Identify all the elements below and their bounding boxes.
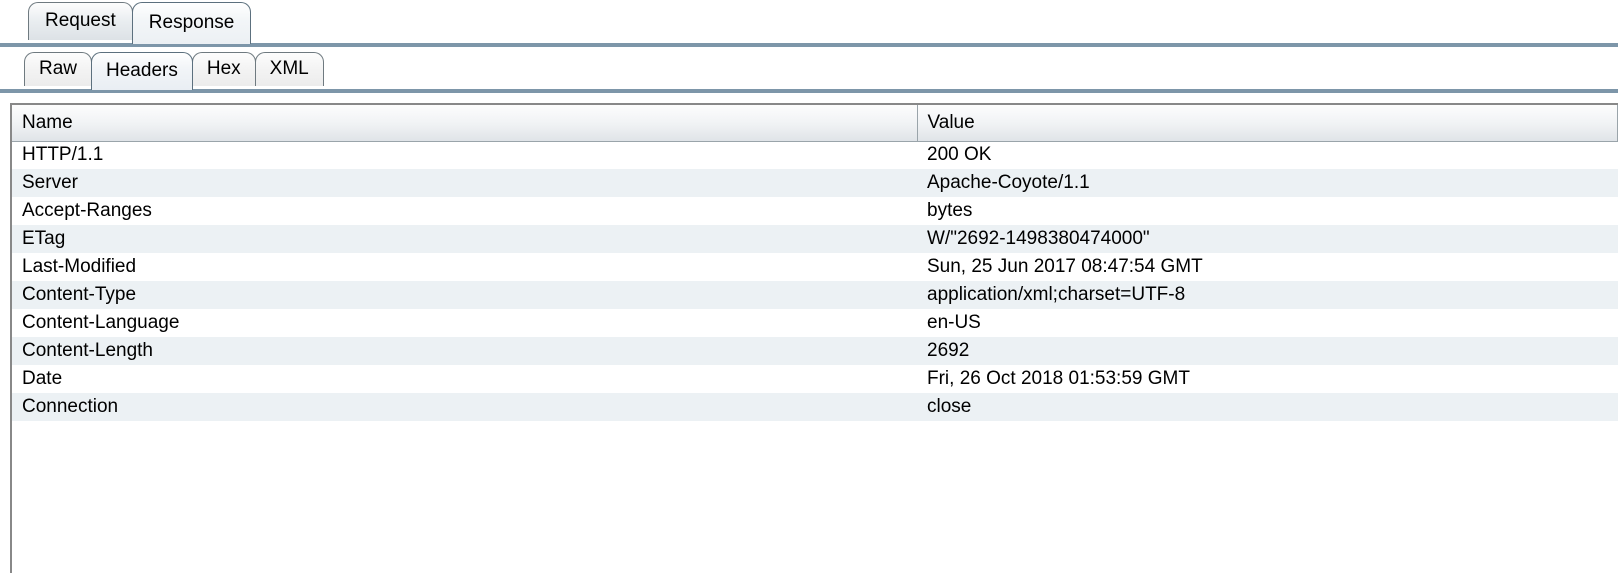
header-value-cell: 200 OK xyxy=(917,141,1618,169)
tab-response[interactable]: Response xyxy=(132,2,252,44)
top-tab-strip: Request Response xyxy=(0,0,1618,47)
header-name-cell: HTTP/1.1 xyxy=(12,141,917,169)
header-value-cell: Sun, 25 Jun 2017 08:47:54 GMT xyxy=(917,253,1618,281)
header-name-cell: Content-Type xyxy=(12,281,917,309)
table-row[interactable]: ServerApache-Coyote/1.1 xyxy=(12,169,1618,197)
table-row[interactable]: Content-Typeapplication/xml;charset=UTF-… xyxy=(12,281,1618,309)
table-row[interactable]: Last-ModifiedSun, 25 Jun 2017 08:47:54 G… xyxy=(12,253,1618,281)
header-value-cell: en-US xyxy=(917,309,1618,337)
tab-headers[interactable]: Headers xyxy=(91,52,193,90)
table-row[interactable]: Content-Length2692 xyxy=(12,337,1618,365)
sub-tab-strip: Raw Headers Hex XML xyxy=(0,47,1618,93)
table-row[interactable]: DateFri, 26 Oct 2018 01:53:59 GMT xyxy=(12,365,1618,393)
table-row[interactable]: Content-Languageen-US xyxy=(12,309,1618,337)
tab-raw[interactable]: Raw xyxy=(24,52,92,86)
table-row[interactable]: HTTP/1.1200 OK xyxy=(12,141,1618,169)
header-value-cell: application/xml;charset=UTF-8 xyxy=(917,281,1618,309)
column-header-name[interactable]: Name xyxy=(12,105,917,141)
header-name-cell: Accept-Ranges xyxy=(12,197,917,225)
header-name-cell: Content-Length xyxy=(12,337,917,365)
header-name-cell: Date xyxy=(12,365,917,393)
table-row[interactable]: Accept-Rangesbytes xyxy=(12,197,1618,225)
header-name-cell: ETag xyxy=(12,225,917,253)
tab-hex[interactable]: Hex xyxy=(192,52,256,86)
sub-tabs: Raw Headers Hex XML xyxy=(24,52,324,90)
table-row[interactable]: ETagW/"2692-1498380474000" xyxy=(12,225,1618,253)
headers-table: Name Value HTTP/1.1200 OKServerApache-Co… xyxy=(12,105,1618,421)
top-tabs: Request Response xyxy=(28,2,251,44)
header-value-cell: Fri, 26 Oct 2018 01:53:59 GMT xyxy=(917,365,1618,393)
header-value-cell: close xyxy=(917,393,1618,421)
header-name-cell: Last-Modified xyxy=(12,253,917,281)
header-value-cell: W/"2692-1498380474000" xyxy=(917,225,1618,253)
header-value-cell: bytes xyxy=(917,197,1618,225)
column-header-value[interactable]: Value xyxy=(917,105,1618,141)
header-value-cell: 2692 xyxy=(917,337,1618,365)
header-name-cell: Connection xyxy=(12,393,917,421)
header-name-cell: Server xyxy=(12,169,917,197)
table-row[interactable]: Connectionclose xyxy=(12,393,1618,421)
header-value-cell: Apache-Coyote/1.1 xyxy=(917,169,1618,197)
header-name-cell: Content-Language xyxy=(12,309,917,337)
tab-request[interactable]: Request xyxy=(28,2,133,40)
tab-xml[interactable]: XML xyxy=(255,52,324,86)
headers-table-wrap: Name Value HTTP/1.1200 OKServerApache-Co… xyxy=(10,103,1618,573)
